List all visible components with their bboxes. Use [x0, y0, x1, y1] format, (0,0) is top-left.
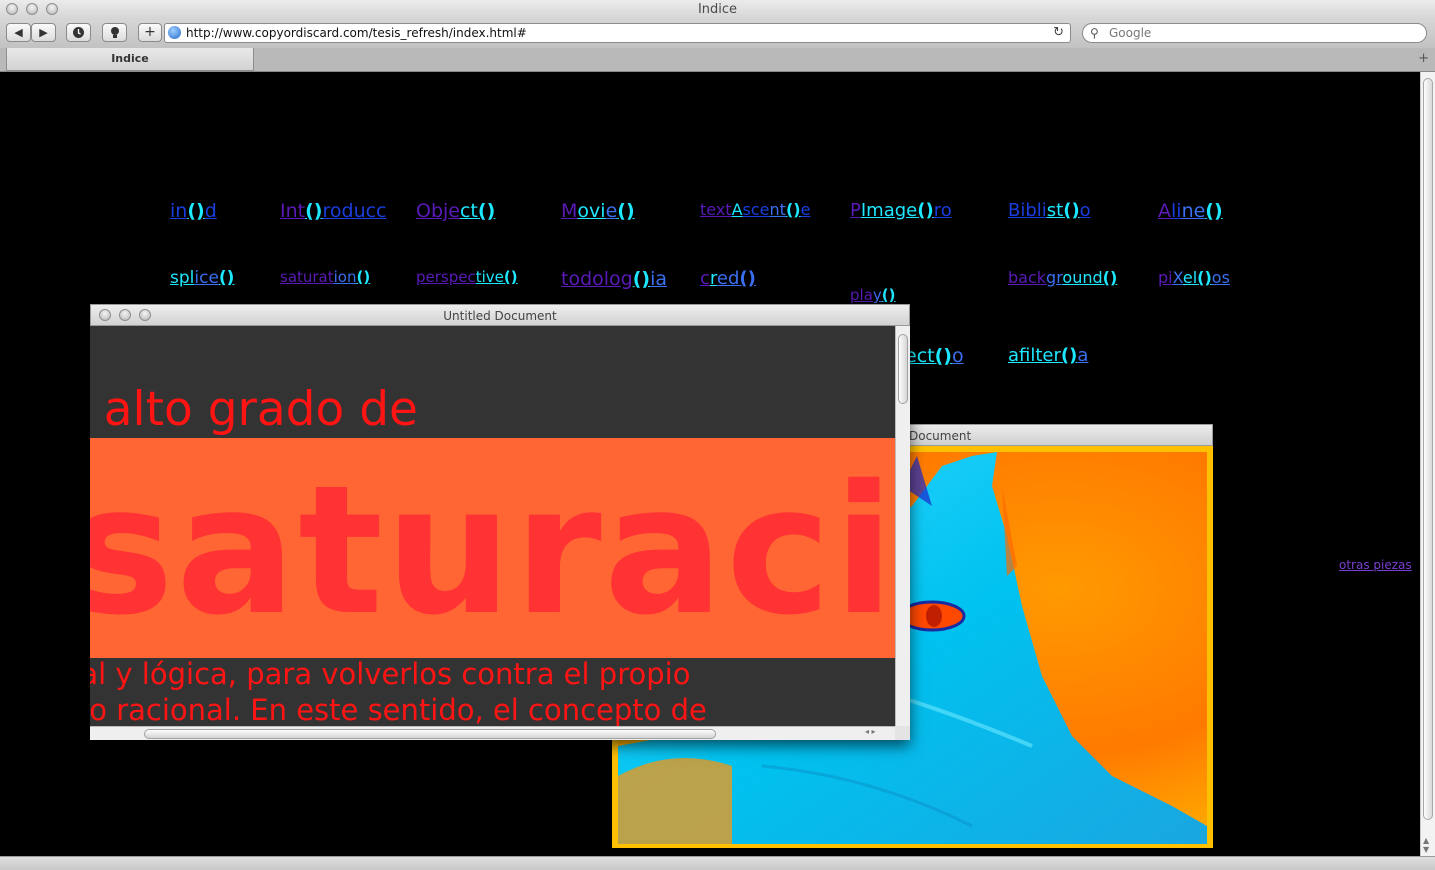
text-window-vscroll-thumb[interactable]: [898, 334, 908, 404]
link-cred[interactable]: cred(): [700, 268, 756, 289]
browser-toolbar: ◀ ▶ + http://www.copyordiscard.com/tesis…: [0, 20, 1435, 48]
reload-icon[interactable]: ↻: [1053, 24, 1064, 42]
highlight-band: saturació: [90, 438, 895, 658]
text-window-horizontal-scrollbar[interactable]: ◂ ▸: [90, 726, 895, 740]
plus-icon: +: [144, 24, 156, 40]
paragraph-line-2: rco racional. En este sentido, el concep…: [90, 693, 707, 726]
bookmark-button[interactable]: [102, 23, 127, 42]
browser-title-bar: Indice: [0, 0, 1435, 20]
address-bar[interactable]: http://www.copyordiscard.com/tesis_refre…: [164, 23, 1071, 43]
window-title: Indice: [697, 2, 738, 17]
add-bookmark-button[interactable]: +: [138, 23, 162, 42]
link-splice[interactable]: splice(): [170, 268, 234, 288]
search-field[interactable]: ⚲ Google: [1082, 23, 1427, 43]
text-window-title: Untitled Document: [443, 309, 557, 323]
link-afilter[interactable]: afilter()a: [1008, 345, 1088, 366]
search-icon: ⚲: [1090, 26, 1099, 40]
zoom-window-icon[interactable]: [46, 3, 58, 15]
forward-arrow-icon: ▶: [39, 26, 48, 39]
big-word: saturació: [90, 447, 895, 654]
link-saturation[interactable]: saturation(): [280, 268, 370, 286]
text-window[interactable]: Untitled Document a alto grado de satura…: [90, 304, 910, 740]
history-button[interactable]: [66, 23, 91, 42]
text-line-heading: a alto grado de: [90, 382, 418, 437]
lightbulb-icon: [110, 27, 119, 38]
link-introduccion[interactable]: Int()roducc: [280, 200, 387, 222]
otras-piezas-link[interactable]: otras piezas: [1339, 558, 1412, 572]
forward-button[interactable]: ▶: [31, 23, 56, 42]
text-window-vertical-scrollbar[interactable]: [895, 326, 910, 726]
back-button[interactable]: ◀: [6, 23, 31, 42]
link-textascent[interactable]: textAscent()e: [700, 200, 810, 219]
tab-indice[interactable]: Indice: [6, 48, 254, 71]
close-window-icon[interactable]: [99, 309, 111, 321]
link-todologia[interactable]: todolog()ia: [561, 268, 667, 290]
link-ind[interactable]: in()d: [170, 200, 217, 222]
link-pixelos[interactable]: piXel()os: [1158, 268, 1230, 287]
link-biblist[interactable]: Biblist()o: [1008, 200, 1091, 221]
link-pimage[interactable]: PImage()ro: [850, 200, 952, 221]
resize-grip-icon[interactable]: [895, 726, 910, 740]
text-window-viewport: a alto grado de saturació nal y lógica, …: [90, 326, 895, 726]
link-perspective[interactable]: perspective(): [416, 268, 518, 286]
page-scroll-thumb[interactable]: [1423, 78, 1433, 820]
clock-icon: [73, 27, 84, 38]
link-object[interactable]: Object(): [416, 200, 495, 222]
paragraph-line-1: nal y lógica, para volverlos contra el p…: [90, 657, 691, 691]
text-window-hscroll-thumb[interactable]: [144, 729, 716, 739]
paragraph-text: nal y lógica, para volverlos contra el p…: [90, 656, 707, 726]
page-vertical-scrollbar[interactable]: ▲ ▼: [1420, 72, 1435, 856]
link-play[interactable]: play(): [850, 286, 896, 304]
close-window-icon[interactable]: [6, 3, 18, 15]
link-background[interactable]: background(): [1008, 268, 1117, 287]
text-window-title-bar: Untitled Document: [90, 304, 910, 326]
zoom-window-icon[interactable]: [139, 309, 151, 321]
status-bar: [0, 856, 1435, 870]
url-text: http://www.copyordiscard.com/tesis_refre…: [186, 26, 527, 40]
search-placeholder: Google: [1109, 26, 1152, 40]
link-aline[interactable]: Aline(): [1158, 200, 1223, 222]
scroll-arrows-icon[interactable]: ▲ ▼: [1423, 836, 1429, 854]
globe-icon: [168, 26, 181, 39]
link-movie[interactable]: Movie(): [561, 200, 635, 222]
link-ecto[interactable]: ect()o: [905, 345, 964, 367]
new-tab-icon[interactable]: +: [1418, 51, 1429, 66]
minimize-window-icon[interactable]: [119, 309, 131, 321]
hscroll-arrows-icon[interactable]: ◂ ▸: [865, 727, 876, 736]
back-arrow-icon: ◀: [14, 26, 23, 39]
minimize-window-icon[interactable]: [26, 3, 38, 15]
tab-bar: Indice +: [0, 48, 1435, 72]
